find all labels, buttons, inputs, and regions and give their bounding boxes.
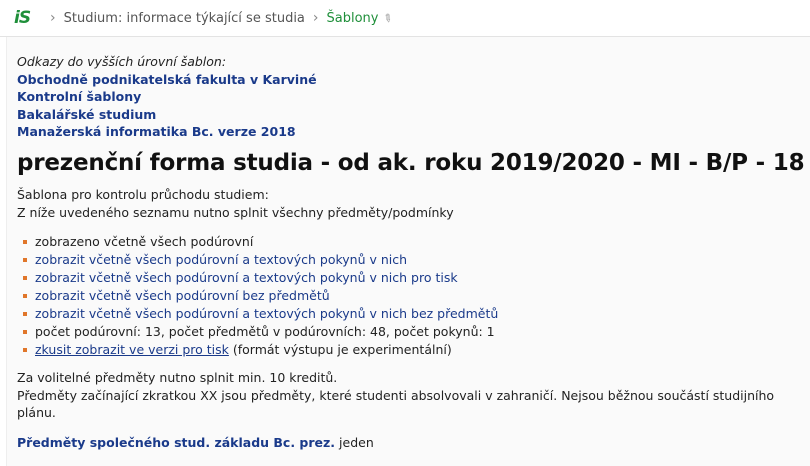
page-title: prezenční forma studia - od ak. roku 201… xyxy=(17,149,805,176)
counts-text: počet podúrovní: 13, počet předmětů v po… xyxy=(35,324,495,339)
note-line: Předměty začínající zkratkou XX jsou pře… xyxy=(17,387,775,421)
upper-template-link-bachelor[interactable]: Bakalářské studium xyxy=(17,106,810,124)
list-item: zobrazit včetně všech podúrovní a textov… xyxy=(23,269,810,287)
pin-icon[interactable]: ✎ xyxy=(381,10,396,26)
breadcrumb-item-studium[interactable]: Studium: informace týkající se studia xyxy=(64,11,305,26)
list-item: zobrazit včetně všech podúrovní a textov… xyxy=(23,251,810,269)
description-line: Z níže uvedeného seznamu nutno splnit vš… xyxy=(17,204,454,220)
upper-templates-title: Odkazy do vyšších úrovní šablon: xyxy=(17,54,227,69)
list-item: zkusit zobrazit ve verzi pro tisk (formá… xyxy=(23,341,810,359)
subtemplate-suffix: jeden xyxy=(335,434,374,450)
main-content: Odkazy do vyšších úrovní šablon: Obchodn… xyxy=(6,37,810,466)
print-version-note: (formát výstupu je experimentální) xyxy=(228,342,452,357)
chevron-right-icon: › xyxy=(312,10,319,26)
breadcrumb: iS › Studium: informace týkající se stud… xyxy=(0,0,810,37)
note-line: Za volitelné předměty nutno splnit min. … xyxy=(17,370,338,385)
list-item: zobrazit včetně všech podúrovní a textov… xyxy=(23,305,810,323)
print-version-link[interactable]: zkusit zobrazit ve verzi pro tisk xyxy=(35,342,229,357)
option-link-print[interactable]: zobrazit včetně všech podúrovní a textov… xyxy=(35,270,458,285)
description-line: Šablona pro kontrolu průchodu studiem: xyxy=(17,187,269,202)
breadcrumb-item-sablony[interactable]: Šablony xyxy=(327,11,379,26)
list-item: počet podúrovní: 13, počet předmětů v po… xyxy=(23,323,810,341)
list-item: zobrazeno včetně všech podúrovní xyxy=(23,233,810,251)
list-item: zobrazit včetně všech podúrovní bez před… xyxy=(23,287,810,305)
option-link-instructions-without-courses[interactable]: zobrazit včetně všech podúrovní a textov… xyxy=(35,306,498,321)
option-link-with-instructions[interactable]: zobrazit včetně všech podúrovní a textov… xyxy=(35,252,407,267)
subtemplate-row: Předměty společného stud. základu Bc. pr… xyxy=(17,434,810,452)
subtemplate-link[interactable]: Předměty společného stud. základu Bc. pr… xyxy=(17,435,335,450)
notes: Za volitelné předměty nutno splnit min. … xyxy=(17,369,810,422)
upper-template-link-control[interactable]: Kontrolní šablony xyxy=(17,88,810,106)
chevron-right-icon: › xyxy=(50,10,56,26)
option-current: zobrazeno včetně všech podúrovní xyxy=(35,234,254,249)
option-link-without-courses[interactable]: zobrazit včetně všech podúrovní bez před… xyxy=(35,288,330,303)
upper-template-link-faculty[interactable]: Obchodně podnikatelská fakulta v Karviné xyxy=(17,71,810,89)
template-description: Šablona pro kontrolu průchodu studiem: Z… xyxy=(17,186,810,221)
is-logo[interactable]: iS xyxy=(14,8,36,28)
upper-template-link-program[interactable]: Manažerská informatika Bc. verze 2018 xyxy=(17,123,810,141)
display-options-list: zobrazeno včetně všech podúrovní zobrazi… xyxy=(17,233,810,359)
